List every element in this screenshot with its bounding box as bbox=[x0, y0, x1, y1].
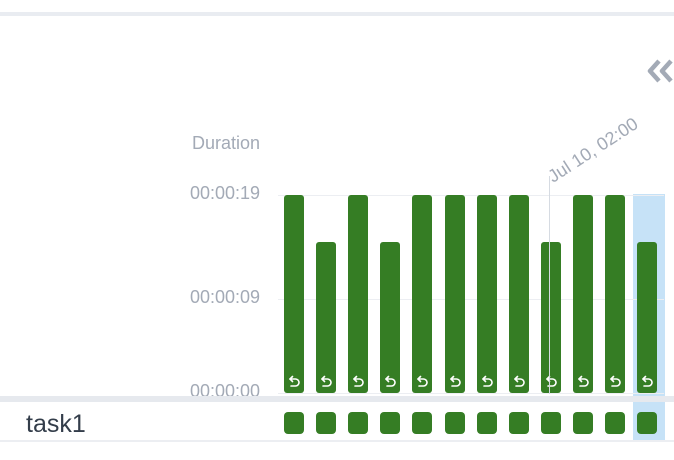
task-status-square[interactable] bbox=[509, 412, 529, 434]
retry-icon bbox=[353, 375, 364, 387]
task-status-square[interactable] bbox=[380, 412, 400, 434]
retry-icon bbox=[321, 375, 332, 387]
duration-bar[interactable] bbox=[412, 195, 432, 393]
retry-icon bbox=[642, 375, 653, 387]
y-tick-label: 00:00:19 bbox=[190, 183, 261, 203]
retry-icon bbox=[417, 375, 428, 387]
task-status-square[interactable] bbox=[541, 412, 561, 434]
task-status-square[interactable] bbox=[412, 412, 432, 434]
retry-icon bbox=[289, 375, 300, 387]
duration-bar[interactable] bbox=[509, 195, 529, 393]
retry-icon bbox=[514, 375, 525, 387]
retry-icon bbox=[385, 375, 396, 387]
task-status-square[interactable] bbox=[445, 412, 465, 434]
retry-icon bbox=[546, 375, 557, 387]
duration-bar[interactable] bbox=[477, 195, 497, 393]
retry-icon bbox=[482, 375, 493, 387]
task-status-square[interactable] bbox=[316, 412, 336, 434]
retry-icon bbox=[450, 375, 461, 387]
task-status-square[interactable] bbox=[637, 412, 657, 434]
duration-bar[interactable] bbox=[284, 195, 304, 393]
duration-bar[interactable] bbox=[637, 242, 657, 393]
row-divider bbox=[0, 440, 674, 442]
duration-bar[interactable] bbox=[316, 242, 336, 393]
task-status-square[interactable] bbox=[477, 412, 497, 434]
y-tick-label: 00:00:09 bbox=[190, 287, 261, 307]
duration-bar[interactable] bbox=[348, 195, 368, 393]
task-name[interactable]: task1 bbox=[26, 410, 86, 439]
retry-icon bbox=[578, 375, 589, 387]
task-status-square[interactable] bbox=[605, 412, 625, 434]
task-status-square[interactable] bbox=[348, 412, 368, 434]
top-divider bbox=[0, 12, 674, 16]
chart-baseline bbox=[0, 396, 674, 402]
hover-guide-line bbox=[549, 176, 550, 394]
retry-icon bbox=[610, 375, 621, 387]
duration-bar[interactable] bbox=[605, 195, 625, 393]
gridline bbox=[278, 393, 664, 394]
task-status-square[interactable] bbox=[284, 412, 304, 434]
double-chevron-left-icon[interactable] bbox=[646, 58, 674, 84]
duration-bar[interactable] bbox=[380, 242, 400, 393]
duration-bar[interactable] bbox=[445, 195, 465, 393]
y-axis-title: Duration bbox=[192, 133, 261, 153]
duration-bar[interactable] bbox=[541, 242, 561, 393]
task-status-square[interactable] bbox=[573, 412, 593, 434]
duration-bar[interactable] bbox=[573, 195, 593, 393]
hover-date-label: Jul 10, 02:00 bbox=[544, 113, 642, 187]
